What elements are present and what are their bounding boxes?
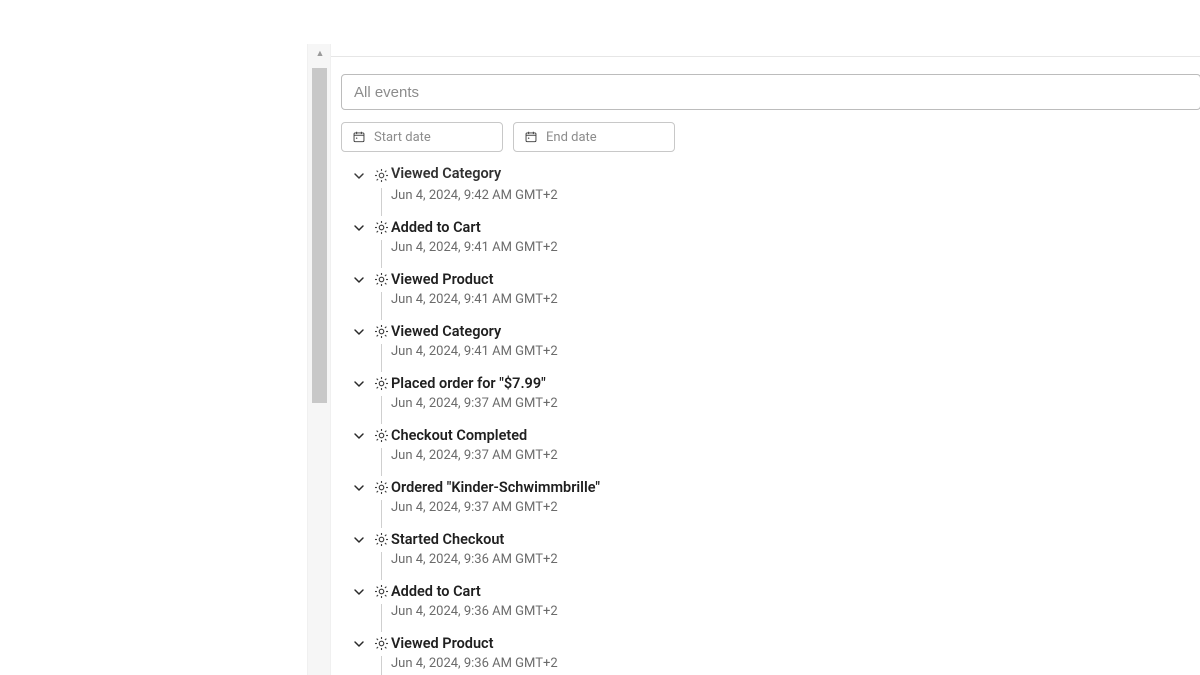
chevron-down-icon[interactable] (351, 636, 367, 652)
timeline-connector (381, 396, 382, 424)
chevron-down-icon[interactable] (351, 324, 367, 340)
timeline-connector (381, 656, 382, 675)
gear-icon (373, 323, 390, 340)
start-date-input[interactable]: Start date (341, 122, 503, 152)
gear-icon (373, 635, 390, 652)
events-list: Viewed Category Jun 4, 2024, 9:42 AM GMT+… (341, 164, 1200, 675)
timeline-connector (381, 188, 382, 216)
end-date-input[interactable]: End date (513, 122, 675, 152)
timeline-connector (381, 292, 382, 320)
event-row[interactable]: Ordered "Kinder-Schwimmbrille" Jun 4, 202… (341, 476, 1200, 528)
event-timestamp: Jun 4, 2024, 9:41 AM GMT+2 (391, 344, 1200, 359)
event-row[interactable]: Placed order for "$7.99" Jun 4, 2024, 9:3… (341, 372, 1200, 424)
chevron-down-icon[interactable] (351, 376, 367, 392)
event-row[interactable]: Checkout Completed Jun 4, 2024, 9:37 AM G… (341, 424, 1200, 476)
gear-icon (373, 479, 390, 496)
chevron-down-icon[interactable] (351, 532, 367, 548)
start-date-placeholder: Start date (374, 130, 431, 145)
chevron-down-icon[interactable] (351, 168, 367, 184)
event-timestamp: Jun 4, 2024, 9:37 AM GMT+2 (391, 500, 1200, 515)
event-title: Placed order for "$7.99" (391, 372, 1200, 394)
gear-icon (373, 583, 390, 600)
timeline-connector (381, 604, 382, 632)
event-timestamp: Jun 4, 2024, 9:37 AM GMT+2 (391, 448, 1200, 463)
scrollbar-track[interactable]: ▲ (307, 44, 331, 675)
timeline-connector (381, 500, 382, 528)
chevron-down-icon[interactable] (351, 428, 367, 444)
event-row[interactable]: Viewed Product Jun 4, 2024, 9:36 AM GMT+2 (341, 632, 1200, 675)
chevron-down-icon[interactable] (351, 220, 367, 236)
event-timestamp: Jun 4, 2024, 9:36 AM GMT+2 (391, 656, 1200, 671)
event-row[interactable]: Started Checkout Jun 4, 2024, 9:36 AM GMT… (341, 528, 1200, 580)
event-title: Started Checkout (391, 528, 1200, 550)
event-title: Viewed Category (391, 320, 1200, 342)
event-timestamp: Jun 4, 2024, 9:36 AM GMT+2 (391, 604, 1200, 619)
calendar-icon (524, 130, 538, 144)
event-title: Viewed Product (391, 632, 1200, 654)
gear-icon (373, 167, 390, 184)
chevron-down-icon[interactable] (351, 480, 367, 496)
event-title: Checkout Completed (391, 424, 1200, 446)
gear-icon (373, 219, 390, 236)
event-timestamp: Jun 4, 2024, 9:42 AM GMT+2 (391, 188, 1200, 203)
divider (331, 56, 1200, 57)
timeline-connector (381, 448, 382, 476)
gear-icon (373, 427, 390, 444)
event-row[interactable]: Added to Cart Jun 4, 2024, 9:36 AM GMT+2 (341, 580, 1200, 632)
event-row[interactable]: Viewed Product Jun 4, 2024, 9:41 AM GMT+2 (341, 268, 1200, 320)
event-timestamp: Jun 4, 2024, 9:41 AM GMT+2 (391, 292, 1200, 307)
scrollbar-thumb[interactable] (312, 68, 327, 403)
event-row[interactable]: Viewed Category Jun 4, 2024, 9:41 AM GMT+… (341, 320, 1200, 372)
event-row[interactable]: Added to Cart Jun 4, 2024, 9:41 AM GMT+2 (341, 216, 1200, 268)
scroll-up-button[interactable]: ▲ (308, 44, 332, 62)
timeline-connector (381, 240, 382, 268)
event-timestamp: Jun 4, 2024, 9:36 AM GMT+2 (391, 552, 1200, 567)
event-title: Viewed Product (391, 268, 1200, 290)
event-title: Viewed Category (391, 162, 1200, 184)
event-filter-input[interactable] (341, 74, 1200, 110)
event-timestamp: Jun 4, 2024, 9:37 AM GMT+2 (391, 396, 1200, 411)
timeline-connector (381, 344, 382, 372)
calendar-icon (352, 130, 366, 144)
event-title: Ordered "Kinder-Schwimmbrille" (391, 476, 1200, 498)
event-title: Added to Cart (391, 216, 1200, 238)
event-row[interactable]: Viewed Category Jun 4, 2024, 9:42 AM GMT+… (341, 164, 1200, 216)
gear-icon (373, 531, 390, 548)
chevron-down-icon[interactable] (351, 272, 367, 288)
chevron-down-icon[interactable] (351, 584, 367, 600)
end-date-placeholder: End date (546, 130, 597, 145)
gear-icon (373, 271, 390, 288)
event-title: Added to Cart (391, 580, 1200, 602)
timeline-connector (381, 552, 382, 580)
gear-icon (373, 375, 390, 392)
event-timestamp: Jun 4, 2024, 9:41 AM GMT+2 (391, 240, 1200, 255)
